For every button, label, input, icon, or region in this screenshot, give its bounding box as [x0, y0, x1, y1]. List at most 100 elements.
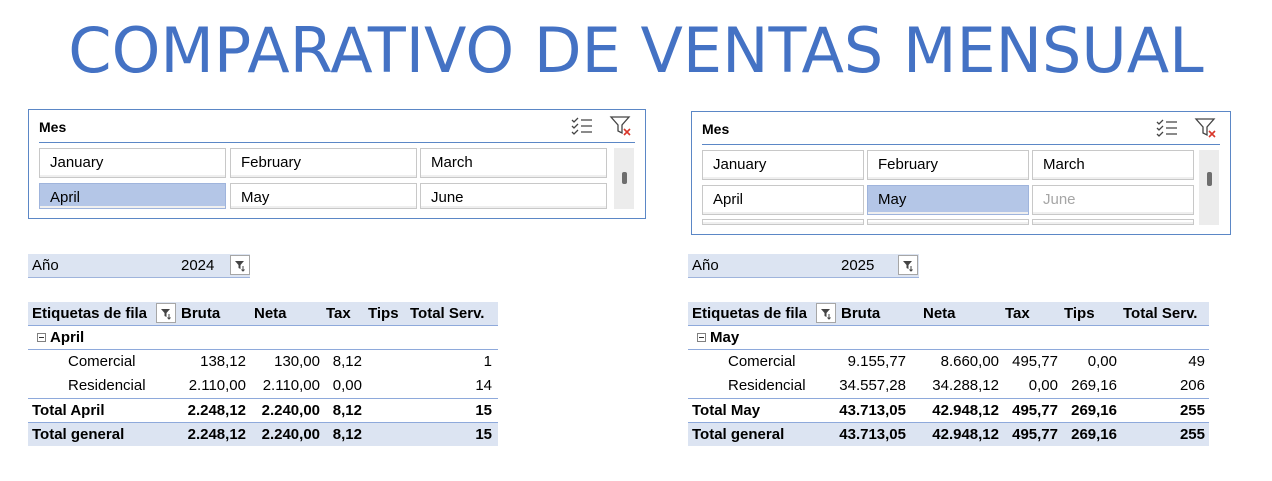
- cell-neta: 42.948,12: [932, 426, 999, 443]
- pivot-header-row: Etiquetas de fila Bruta Neta Tax Tips To…: [688, 302, 1209, 326]
- cell-bruta: 43.713,05: [839, 402, 906, 419]
- cell-neta: 2.240,00: [261, 426, 320, 443]
- cell-tax: 8,12: [332, 426, 362, 443]
- table-row: Residencial 2.110,00 2.110,00 0,00 14: [28, 374, 498, 397]
- multi-select-icon[interactable]: [1156, 118, 1178, 138]
- row-label: Comercial: [68, 353, 136, 370]
- cell-bruta: 34.557,28: [839, 377, 906, 394]
- slicer-item-march[interactable]: March: [1032, 150, 1194, 180]
- grand-total-row: Total general 43.713,05 42.948,12 495,77…: [688, 422, 1209, 446]
- slicer-item-april[interactable]: April: [702, 185, 864, 215]
- header-total-serv: Total Serv.: [410, 305, 485, 322]
- pivot-header-row: Etiquetas de fila Bruta Neta Tax Tips To…: [28, 302, 498, 326]
- row-labels-filter-button[interactable]: [156, 303, 176, 323]
- slicer-item-april[interactable]: April: [39, 183, 226, 209]
- slicer-header: Mes: [39, 110, 635, 143]
- row-label: Residencial: [68, 377, 146, 394]
- cell-tips: 269,16: [1071, 402, 1117, 419]
- grand-total-label: Total general: [692, 426, 785, 443]
- header-bruta: Bruta: [181, 305, 221, 322]
- cell-bruta: 2.248,12: [187, 402, 246, 419]
- subtotal-row: Total April 2.248,12 2.240,00 8,12 15: [28, 398, 498, 422]
- month-slicer-2024[interactable]: Mes January February March April May Jun…: [28, 109, 646, 219]
- cell-tax: 0,00: [332, 377, 362, 394]
- cell-bruta: 138,12: [200, 353, 246, 370]
- subtotal-label: Total May: [692, 402, 761, 419]
- group-row: April: [28, 326, 498, 350]
- cell-total: 255: [1179, 402, 1205, 419]
- cell-tax: 495,77: [1012, 353, 1058, 370]
- row-label: Residencial: [728, 377, 806, 394]
- table-row: Comercial 138,12 130,00 8,12 1: [28, 350, 498, 373]
- grand-total-label: Total general: [32, 426, 125, 443]
- table-row: Comercial 9.155,77 8.660,00 495,77 0,00 …: [688, 350, 1209, 373]
- clear-filter-icon[interactable]: [1194, 116, 1218, 140]
- cell-total: 255: [1179, 426, 1205, 443]
- cell-tax: 495,77: [1012, 402, 1058, 419]
- cell-total: 14: [475, 377, 492, 394]
- group-label: April: [50, 329, 85, 346]
- scrollbar-thumb[interactable]: [1207, 172, 1212, 186]
- filter-value: 2024: [181, 257, 215, 274]
- collapse-icon[interactable]: [697, 333, 706, 342]
- year-filter-button[interactable]: [230, 255, 250, 275]
- filter-label: Año: [32, 257, 59, 274]
- subtotal-row: Total May 43.713,05 42.948,12 495,77 269…: [688, 398, 1209, 422]
- filter-value: 2025: [841, 257, 875, 274]
- header-bruta: Bruta: [841, 305, 881, 322]
- header-tips: Tips: [1064, 305, 1095, 322]
- cell-neta: 34.288,12: [932, 377, 999, 394]
- slicer-scrollbar[interactable]: [614, 148, 634, 209]
- slicer-item-march[interactable]: March: [420, 148, 607, 178]
- cell-total: 15: [475, 402, 492, 419]
- cell-neta: 42.948,12: [932, 402, 999, 419]
- slicer-item-january[interactable]: January: [702, 150, 864, 180]
- slicer-header: Mes: [702, 112, 1220, 145]
- slicer-item-june[interactable]: June: [420, 183, 607, 209]
- cell-bruta: 9.155,77: [847, 353, 906, 370]
- slicer-item-february[interactable]: February: [867, 150, 1029, 180]
- slicer-item-may[interactable]: May: [867, 185, 1029, 215]
- cell-tax: 8,12: [332, 402, 362, 419]
- table-row: Residencial 34.557,28 34.288,12 0,00 269…: [688, 374, 1209, 397]
- filter-icon: [161, 309, 171, 320]
- header-tips: Tips: [368, 305, 399, 322]
- cell-bruta: 2.248,12: [187, 426, 246, 443]
- slicer-title: Mes: [39, 119, 67, 135]
- clear-filter-icon[interactable]: [609, 114, 633, 138]
- slicer-item-may[interactable]: May: [230, 183, 417, 209]
- slicer-item-partial[interactable]: [1032, 219, 1194, 225]
- cell-tips: 269,16: [1071, 426, 1117, 443]
- collapse-icon[interactable]: [37, 333, 46, 342]
- filter-icon: [821, 309, 831, 320]
- subtotal-label: Total April: [32, 402, 105, 419]
- header-row-labels: Etiquetas de fila: [692, 305, 808, 322]
- cell-total: 1: [483, 353, 492, 370]
- header-tax: Tax: [326, 305, 351, 322]
- cell-tax: 495,77: [1012, 426, 1058, 443]
- slicer-item-february[interactable]: February: [230, 148, 417, 178]
- report-filter-row: Año 2025: [688, 254, 919, 278]
- row-labels-filter-button[interactable]: [816, 303, 836, 323]
- cell-total: 15: [475, 426, 492, 443]
- year-filter-button[interactable]: [898, 255, 918, 275]
- pivot-table-2024: Año 2024 Etiquetas de fila Bruta Neta Ta…: [28, 254, 498, 454]
- month-slicer-2025[interactable]: Mes January February March April May Jun…: [691, 111, 1231, 235]
- slicer-item-partial[interactable]: [702, 219, 864, 225]
- slicer-item-january[interactable]: January: [39, 148, 226, 178]
- header-row-labels: Etiquetas de fila: [32, 305, 148, 322]
- header-total-serv: Total Serv.: [1123, 305, 1198, 322]
- cell-tax: 0,00: [1028, 377, 1058, 394]
- filter-icon: [903, 261, 913, 272]
- pivot-table-2025: Año 2025 Etiquetas de fila Bruta Neta Ta…: [688, 254, 1209, 454]
- filter-icon: [235, 261, 245, 272]
- report-filter-row: Año 2024: [28, 254, 250, 278]
- multi-select-icon[interactable]: [571, 116, 593, 136]
- scrollbar-thumb[interactable]: [622, 172, 627, 184]
- slicer-item-partial[interactable]: [867, 219, 1029, 225]
- header-neta: Neta: [923, 305, 956, 322]
- slicer-scrollbar[interactable]: [1199, 150, 1219, 225]
- cell-bruta: 43.713,05: [839, 426, 906, 443]
- slicer-item-june[interactable]: June: [1032, 185, 1194, 215]
- cell-tips: 269,16: [1071, 377, 1117, 394]
